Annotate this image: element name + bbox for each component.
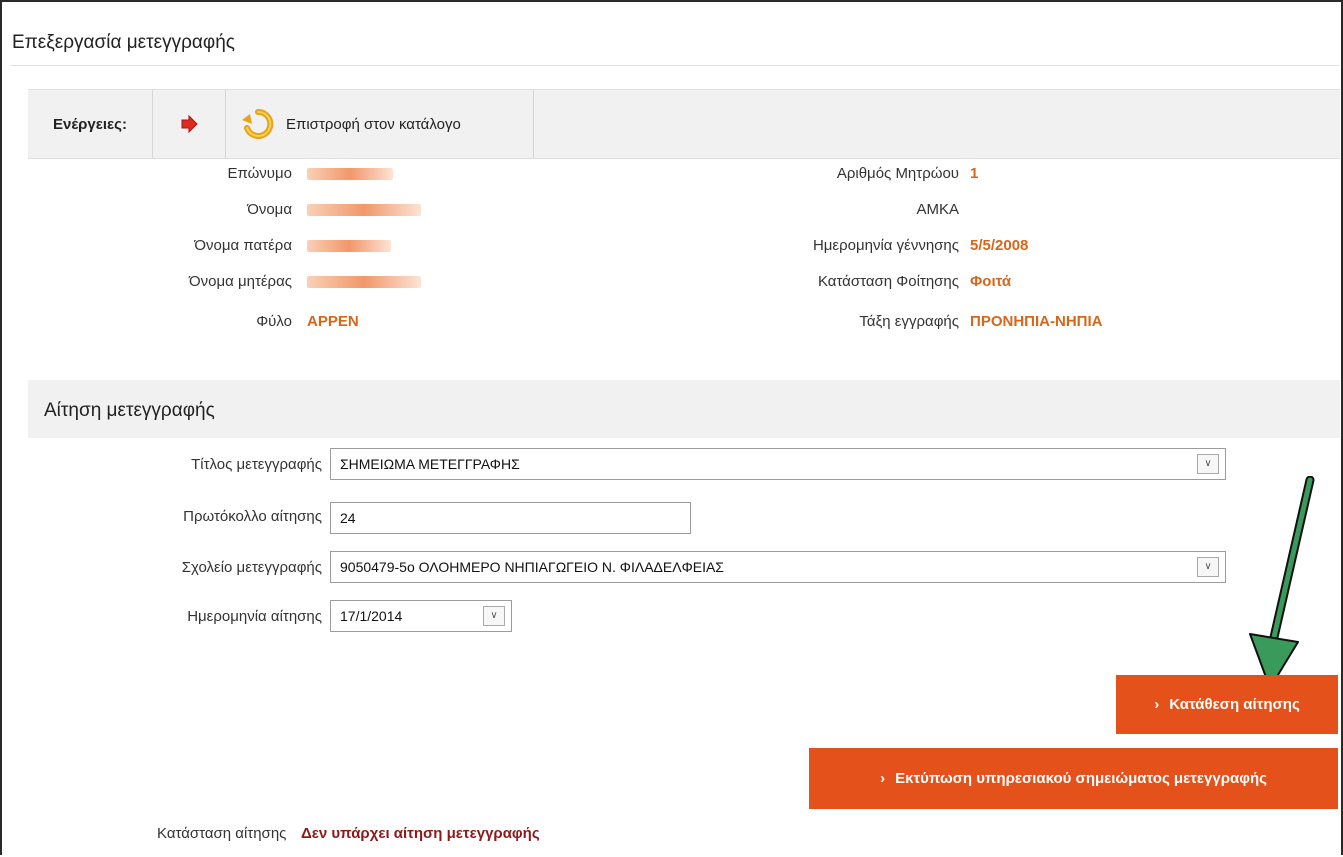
page-title: Επεξεργασία μετεγγραφής [12, 32, 235, 53]
annotation-arrow [1249, 476, 1315, 689]
transfer-school-value: 9050479-5ο ΟΛΟΗΜΕΡΟ ΝΗΠΙΑΓΩΓΕΙΟ Ν. ΦΙΛΑΔ… [340, 559, 724, 575]
chevron-down-icon[interactable]: ∨ [1197, 557, 1219, 577]
chevron-right-icon: › [880, 770, 886, 787]
request-status-label: Κατάσταση αίτησης [157, 825, 287, 842]
attendance-status-value: Φοιτά [970, 273, 1012, 290]
registry-number-value: 1 [970, 165, 979, 182]
firstname-label: Όνομα [247, 201, 292, 218]
protocol-value: 24 [340, 510, 356, 526]
transfer-school-select[interactable]: 9050479-5ο ΟΛΟΗΜΕΡΟ ΝΗΠΙΑΓΩΓΕΙΟ Ν. ΦΙΛΑΔ… [330, 551, 1226, 583]
mother-name-label: Όνομα μητέρας [189, 273, 292, 290]
request-date-value: 17/1/2014 [340, 608, 403, 624]
gender-value: ΑΡΡΕΝ [307, 313, 359, 330]
print-transfer-note-label: Εκτύπωση υπηρεσιακού σημειώματος μετεγγρ… [895, 770, 1267, 787]
transfer-request-section-header: Αίτηση μετεγγραφής [28, 380, 1340, 438]
transfer-title-value: ΣΗΜΕΙΩΜΑ ΜΕΤΕΓΓΡΑΦΗΣ [340, 456, 520, 472]
return-arrow-icon [242, 108, 274, 139]
page-frame: Επεξεργασία μετεγγραφής Ενέργειες: Επιστ… [0, 0, 1343, 855]
amka-label: ΑΜΚΑ [916, 201, 959, 218]
surname-redacted [307, 168, 393, 180]
protocol-label: Πρωτόκολλο αίτησης [183, 508, 322, 525]
transfer-title-select[interactable]: ΣΗΜΕΙΩΜΑ ΜΕΤΕΓΓΡΑΦΗΣ ∨ [330, 448, 1226, 480]
chevron-down-icon[interactable]: ∨ [483, 606, 505, 626]
surname-label: Επώνυμο [227, 165, 292, 182]
gender-label: Φύλο [256, 313, 292, 330]
chevron-down-icon[interactable]: ∨ [1197, 454, 1219, 474]
title-divider [10, 65, 1340, 66]
request-status-value: Δεν υπάρχει αίτηση μετεγγραφής [301, 825, 540, 842]
red-arrow-icon [181, 114, 198, 134]
mother-name-redacted [307, 276, 421, 288]
submit-request-label: Κατάθεση αίτησης [1169, 696, 1300, 713]
registry-number-label: Αριθμός Μητρώου [836, 165, 959, 182]
section-title: Αίτηση μετεγγραφής [44, 400, 215, 421]
chevron-right-icon: › [1154, 696, 1160, 713]
father-name-redacted [307, 240, 391, 252]
firstname-redacted [307, 204, 421, 216]
request-date-label: Ημερομηνία αίτησης [187, 608, 322, 625]
transfer-school-label: Σχολείο μετεγγραφής [181, 559, 322, 576]
red-arrow-button[interactable] [153, 90, 226, 158]
back-to-list-button[interactable]: Επιστροφή στον κατάλογο [226, 90, 534, 158]
actions-label: Ενέργειες: [28, 90, 153, 158]
father-name-label: Όνομα πατέρα [194, 237, 292, 254]
attendance-status-label: Κατάσταση Φοίτησης [817, 273, 959, 290]
enrollment-class-value: ΠΡΟΝΗΠΙΑ-ΝΗΠΙΑ [970, 313, 1103, 330]
birth-date-value: 5/5/2008 [970, 237, 1029, 254]
birth-date-label: Ημερομηνία γέννησης [812, 237, 959, 254]
enrollment-class-label: Τάξη εγγραφής [859, 313, 959, 330]
back-to-list-label: Επιστροφή στον κατάλογο [286, 115, 461, 133]
transfer-title-label: Τίτλος μετεγγραφής [191, 456, 322, 473]
submit-request-button[interactable]: › Κατάθεση αίτησης [1116, 675, 1338, 734]
request-date-select[interactable]: 17/1/2014 ∨ [330, 600, 512, 632]
print-transfer-note-button[interactable]: › Εκτύπωση υπηρεσιακού σημειώματος μετεγ… [809, 748, 1338, 809]
protocol-input[interactable]: 24 [330, 502, 691, 534]
actions-toolbar: Ενέργειες: Επιστροφή στον κατάλογο [28, 89, 1340, 159]
